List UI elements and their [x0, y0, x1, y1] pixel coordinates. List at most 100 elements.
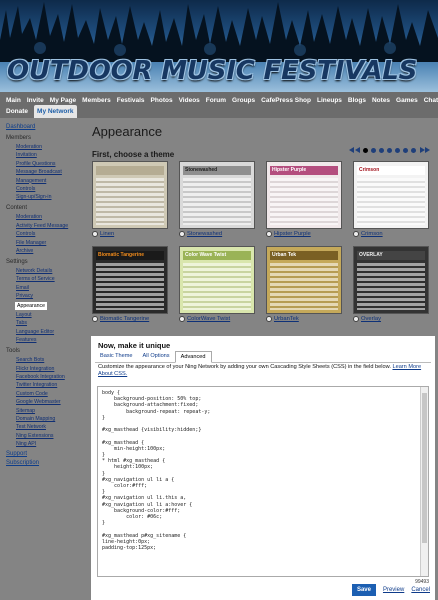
- sidebar-item-custom-code[interactable]: Custom Code: [16, 391, 84, 397]
- theme-option-stonewashed[interactable]: Stonewashed Stonewashed: [179, 161, 255, 237]
- radio-icon[interactable]: [353, 231, 359, 237]
- theme-thumbnail[interactable]: Crimson: [353, 161, 429, 229]
- sidebar-item-google-webmaster[interactable]: Google Webmaster: [16, 399, 84, 405]
- nav-item-members[interactable]: Members: [82, 94, 111, 107]
- sidebar-item-facebook-integration[interactable]: Facebook Integration: [16, 374, 84, 380]
- theme-thumbnail[interactable]: Urban Tek: [266, 246, 342, 314]
- sidebar-item-profile-questions[interactable]: Profile Questions: [16, 161, 84, 167]
- theme-name[interactable]: Stonewashed: [187, 231, 222, 237]
- theme-option-overlay[interactable]: OVERLAY Overlay: [353, 246, 429, 322]
- tab-advanced[interactable]: Advanced: [174, 351, 212, 363]
- theme-option-urbantek[interactable]: Urban Tek UrbanTek: [266, 246, 342, 322]
- sidebar-item-flickr-integration[interactable]: Flickr Integration: [16, 366, 84, 372]
- theme-option-crimson[interactable]: Crimson Crimson: [353, 161, 429, 237]
- theme-label[interactable]: Biomatic Tangerine: [92, 316, 168, 322]
- radio-icon[interactable]: [353, 316, 359, 322]
- theme-thumbnail[interactable]: Color Wave Twist: [179, 246, 255, 314]
- nav-item-groups[interactable]: Groups: [232, 94, 255, 107]
- theme-thumbnail[interactable]: Hipster Purple: [266, 161, 342, 229]
- sidebar-item-network-details[interactable]: Network Details: [16, 268, 84, 274]
- radio-icon[interactable]: [266, 231, 272, 237]
- theme-label[interactable]: Stonewashed: [179, 231, 255, 237]
- sidebar-item-moderation[interactable]: Moderation: [16, 214, 84, 220]
- css-textarea[interactable]: body { background-position: 50% top; bac…: [98, 387, 428, 554]
- theme-label[interactable]: Crimson: [353, 231, 429, 237]
- prev-page-icon-double[interactable]: [354, 147, 360, 153]
- nav-item-lineups[interactable]: Lineups: [317, 94, 342, 107]
- preview-link[interactable]: Preview: [383, 587, 404, 593]
- sidebar-item-domain-mapping[interactable]: Domain Mapping: [16, 416, 84, 422]
- theme-name[interactable]: Biomatic Tangerine: [100, 316, 149, 322]
- css-editor[interactable]: body { background-position: 50% top; bac…: [97, 386, 429, 577]
- theme-option-biomatic-tangerine[interactable]: Biomatic Tangerine Biomatic Tangerine: [92, 246, 168, 322]
- page-dot[interactable]: [363, 147, 368, 153]
- theme-label[interactable]: Hipster Purple: [266, 231, 342, 237]
- sidebar-subscription-link[interactable]: Subscription: [6, 460, 84, 466]
- sidebar-item-archive[interactable]: Archive: [16, 248, 84, 254]
- nav-item-chat[interactable]: Chat: [424, 94, 438, 107]
- radio-icon[interactable]: [179, 231, 185, 237]
- sidebar-item-appearance[interactable]: Appearance: [15, 301, 47, 310]
- theme-label[interactable]: UrbanTek: [266, 316, 342, 322]
- theme-name[interactable]: Linen: [100, 231, 114, 237]
- theme-option-hipster-purple[interactable]: Hipster Purple Hipster Purple: [266, 161, 342, 237]
- sidebar-item-test-network[interactable]: Test Network: [16, 424, 84, 430]
- sidebar-item-ning-extensions[interactable]: Ning Extensions: [16, 433, 84, 439]
- sidebar-item-layout[interactable]: Layout: [16, 312, 84, 318]
- nav-item-blogs[interactable]: Blogs: [348, 94, 366, 107]
- nav-item-games[interactable]: Games: [396, 94, 418, 107]
- theme-thumbnail[interactable]: Biomatic Tangerine: [92, 246, 168, 314]
- theme-label[interactable]: Linen: [92, 231, 168, 237]
- nav-item-my-network[interactable]: My Network: [34, 105, 77, 118]
- sidebar-dashboard-link[interactable]: Dashboard: [6, 124, 84, 130]
- site-title[interactable]: Outdoor Music Festivals: [7, 56, 417, 86]
- theme-name[interactable]: ColorWave Twist: [187, 316, 230, 322]
- sidebar-item-message-broadcast[interactable]: Message Broadcast: [16, 169, 84, 175]
- theme-option-linen[interactable]: Linen: [92, 161, 168, 237]
- theme-thumbnail[interactable]: OVERLAY: [353, 246, 429, 314]
- sidebar-item-file-manager[interactable]: File Manager: [16, 240, 84, 246]
- sidebar-item-moderation[interactable]: Moderation: [16, 144, 84, 150]
- sidebar-item-privacy[interactable]: Privacy: [16, 293, 84, 299]
- sidebar-item-language-editor[interactable]: Language Editor: [16, 329, 84, 335]
- sidebar-item-sign-up-sign-in[interactable]: Sign-up/Sign-in: [16, 194, 84, 200]
- theme-name[interactable]: Hipster Purple: [274, 231, 311, 237]
- theme-name[interactable]: Crimson: [361, 231, 383, 237]
- tab-all-options[interactable]: All Options: [138, 351, 175, 362]
- sidebar-support-link[interactable]: Support: [6, 451, 84, 457]
- sidebar-item-email[interactable]: Email: [16, 285, 84, 291]
- theme-name[interactable]: UrbanTek: [274, 316, 299, 322]
- page-dot[interactable]: [371, 147, 376, 153]
- sidebar-item-invitation[interactable]: Invitation: [16, 152, 84, 158]
- radio-icon[interactable]: [179, 316, 185, 322]
- sidebar-item-tabs[interactable]: Tabs: [16, 320, 84, 326]
- sidebar-item-terms-of-service[interactable]: Terms of Service: [16, 276, 84, 282]
- page-dot[interactable]: [403, 147, 408, 153]
- cancel-link[interactable]: Cancel: [411, 587, 430, 593]
- nav-item-notes[interactable]: Notes: [372, 94, 390, 107]
- page-dot[interactable]: [379, 147, 384, 153]
- scrollbar-thumb[interactable]: [422, 393, 427, 543]
- theme-label[interactable]: Overlay: [353, 316, 429, 322]
- sidebar-item-twitter-integration[interactable]: Twitter Integration: [16, 382, 84, 388]
- sidebar-item-features[interactable]: Features: [16, 337, 84, 343]
- sidebar-item-activity-feed-message[interactable]: Activity Feed Message: [16, 223, 84, 229]
- sidebar-item-controls[interactable]: Controls: [16, 231, 84, 237]
- page-dot[interactable]: [395, 147, 400, 153]
- sidebar-item-search-bots[interactable]: Search Bots: [16, 357, 84, 363]
- theme-label[interactable]: ColorWave Twist: [179, 316, 255, 322]
- editor-scrollbar[interactable]: [420, 387, 428, 576]
- nav-item-cafepress-shop[interactable]: CafePress Shop: [261, 94, 311, 107]
- prev-page-icon[interactable]: [349, 147, 354, 153]
- save-button[interactable]: Save: [351, 584, 376, 596]
- next-page-icon[interactable]: [419, 147, 425, 153]
- radio-icon[interactable]: [92, 231, 98, 237]
- sidebar-item-sitemap[interactable]: Sitemap: [16, 408, 84, 414]
- nav-item-videos[interactable]: Videos: [179, 94, 200, 107]
- page-dot[interactable]: [411, 147, 416, 153]
- next-page-icon-double[interactable]: [425, 147, 430, 153]
- theme-thumbnail[interactable]: Stonewashed: [179, 161, 255, 229]
- sidebar-item-ning-api[interactable]: Ning API: [16, 441, 84, 447]
- theme-thumbnail[interactable]: [92, 161, 168, 229]
- page-dot[interactable]: [387, 147, 392, 153]
